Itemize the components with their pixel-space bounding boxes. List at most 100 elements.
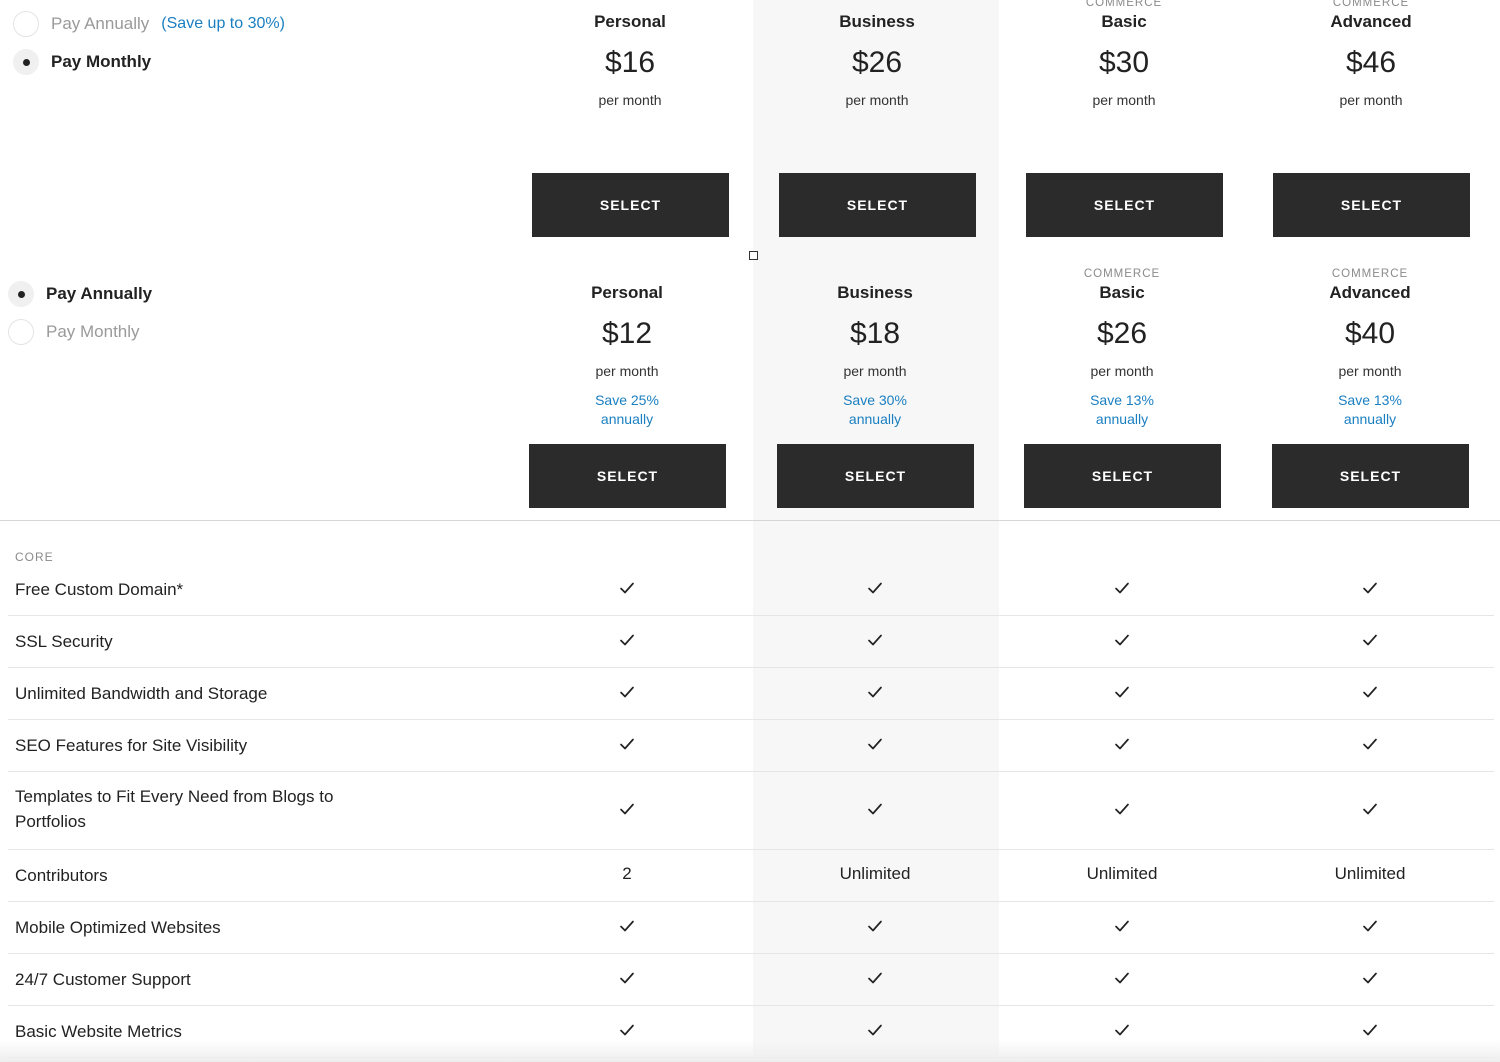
feature-name: Mobile Optimized Websites [15, 918, 221, 937]
select-business-annual-button[interactable]: SELECT [777, 444, 974, 508]
pay-annually-label: Pay Annually [51, 14, 150, 33]
check-icon [775, 736, 975, 757]
feature-row: 24/7 Customer Support [8, 954, 1494, 1006]
plan-tag [527, 267, 727, 281]
savings-period: annually [600, 411, 654, 427]
check-icon [775, 801, 975, 822]
pay-monthly-option[interactable]: Pay Monthly [13, 49, 151, 75]
feature-row: Mobile Optimized Websites [8, 902, 1494, 954]
plan-tag [775, 267, 975, 281]
savings-percent: Save 30% [843, 392, 907, 408]
plan-personal: Personal $16 per month [530, 0, 730, 108]
pay-monthly-label: Pay Monthly [46, 322, 140, 341]
feature-name: SSL Security [15, 632, 113, 651]
check-icon [527, 580, 727, 601]
plan-savings: Save 13% annually [1022, 391, 1222, 429]
radio-icon[interactable] [13, 49, 39, 75]
check-icon [1270, 801, 1470, 822]
feature-value: 2 [622, 864, 632, 883]
plan-price: $18 [849, 317, 901, 350]
select-basic-annual-button[interactable]: SELECT [1024, 444, 1221, 508]
plan-period: per month [1090, 363, 1154, 379]
radio-icon[interactable] [13, 11, 39, 37]
select-basic-monthly-button[interactable]: SELECT [1026, 173, 1223, 237]
feature-row: Unlimited Bandwidth and Storage [8, 668, 1494, 720]
scroll-fade [0, 1040, 1500, 1062]
check-icon [1022, 801, 1222, 822]
check-icon [775, 684, 975, 705]
plan-price: $40 [1344, 317, 1396, 350]
plan-price: $12 [601, 317, 653, 350]
pricing-section-monthly: Pay Annually (Save up to 30%) Pay Monthl… [0, 0, 1500, 255]
check-icon [527, 970, 727, 991]
select-advanced-monthly-button[interactable]: SELECT [1273, 173, 1470, 237]
plan-savings: Save 25% annually [527, 391, 727, 429]
plan-name: Advanced [1330, 12, 1412, 31]
pay-annually-option[interactable]: Pay Annually [8, 281, 152, 307]
plan-tag: COMMERCE [1083, 268, 1161, 280]
pay-annually-label: Pay Annually [46, 284, 153, 303]
feature-value: Unlimited [1086, 864, 1158, 883]
savings-period: annually [1343, 411, 1397, 427]
select-personal-annual-button[interactable]: SELECT [529, 444, 726, 508]
plan-commerce-advanced: COMMERCE Advanced $40 per month Save 13%… [1270, 267, 1470, 429]
radio-icon[interactable] [8, 281, 34, 307]
feature-row: SEO Features for Site Visibility [8, 720, 1494, 772]
feature-row: SSL Security [8, 616, 1494, 668]
savings-period: annually [848, 411, 902, 427]
check-icon [1270, 736, 1470, 757]
plan-price: $46 [1345, 46, 1397, 79]
plan-period: per month [843, 363, 907, 379]
check-icon [527, 918, 727, 939]
plan-period: per month [1339, 92, 1403, 108]
check-icon [527, 684, 727, 705]
feature-row: Free Custom Domain* [8, 564, 1494, 616]
plan-period: per month [595, 363, 659, 379]
plan-name: Basic [1101, 12, 1147, 31]
plan-tag [530, 0, 730, 10]
feature-name: Templates to Fit Every Need from Blogs t… [15, 787, 334, 831]
plan-price: $30 [1098, 46, 1150, 79]
select-personal-monthly-button[interactable]: SELECT [532, 173, 729, 237]
plan-period: per month [598, 92, 662, 108]
save-up-to-note: (Save up to 30%) [161, 15, 285, 32]
savings-percent: Save 25% [595, 392, 659, 408]
check-icon [775, 918, 975, 939]
select-business-monthly-button[interactable]: SELECT [779, 173, 976, 237]
plan-price: $16 [604, 46, 656, 79]
plan-period: per month [845, 92, 909, 108]
feature-row: Contributors 2 Unlimited Unlimited Unlimited [8, 850, 1494, 902]
plan-personal: Personal $12 per month Save 25% annually [527, 267, 727, 429]
check-icon [1022, 580, 1222, 601]
check-icon [527, 801, 727, 822]
plan-price: $26 [1096, 317, 1148, 350]
plan-price: $26 [851, 46, 903, 79]
check-icon [527, 736, 727, 757]
plan-name: Personal [594, 12, 666, 31]
check-icon [775, 580, 975, 601]
check-icon [1270, 684, 1470, 705]
check-icon [1022, 736, 1222, 757]
check-icon [1270, 918, 1470, 939]
pay-annually-option[interactable]: Pay Annually (Save up to 30%) [13, 11, 285, 37]
plan-tag: COMMERCE [1332, 0, 1410, 9]
plan-commerce-basic: COMMERCE Basic $26 per month Save 13% an… [1022, 267, 1222, 429]
check-icon [775, 632, 975, 653]
resize-handle[interactable] [749, 251, 758, 260]
pay-monthly-option[interactable]: Pay Monthly [8, 319, 140, 345]
plan-commerce-advanced: COMMERCE Advanced $46 per month [1271, 0, 1471, 108]
check-icon [775, 970, 975, 991]
check-icon [1270, 580, 1470, 601]
feature-name: SEO Features for Site Visibility [15, 736, 248, 755]
radio-icon[interactable] [8, 319, 34, 345]
section-divider [0, 520, 1500, 521]
select-advanced-annual-button[interactable]: SELECT [1272, 444, 1469, 508]
plan-tag [777, 0, 977, 10]
feature-name: Free Custom Domain* [15, 580, 184, 599]
pay-monthly-label: Pay Monthly [51, 52, 152, 71]
feature-value: Unlimited [1334, 864, 1406, 883]
feature-name: Unlimited Bandwidth and Storage [15, 684, 268, 703]
savings-period: annually [1095, 411, 1149, 427]
check-icon [1270, 632, 1470, 653]
plan-name: Advanced [1329, 283, 1411, 302]
